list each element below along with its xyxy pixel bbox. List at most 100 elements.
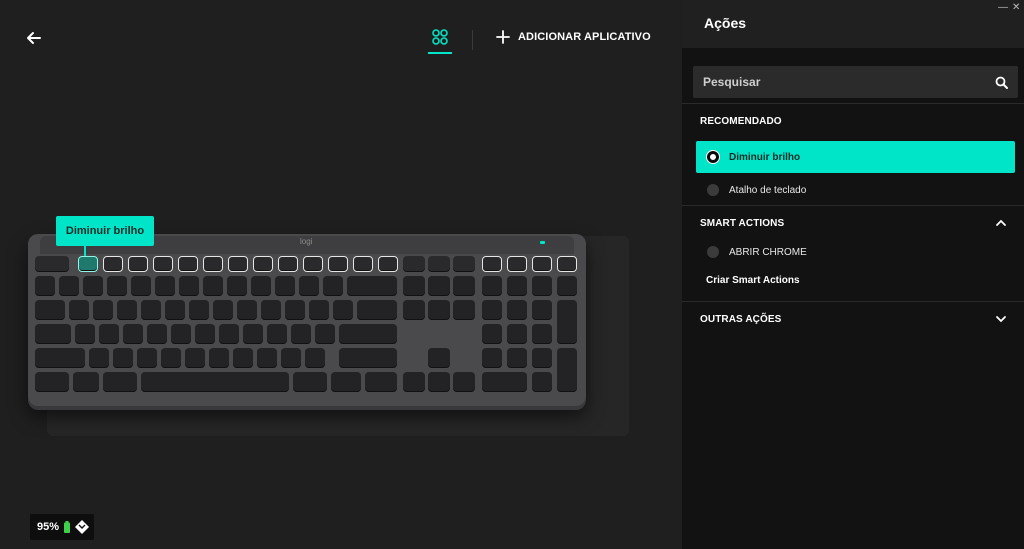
key-print[interactable] [428, 256, 450, 272]
key-x[interactable] [113, 348, 133, 368]
key-numlock[interactable] [482, 276, 502, 296]
key-fn[interactable] [331, 372, 361, 392]
key-e[interactable] [117, 300, 137, 320]
key-semicolon[interactable] [305, 348, 325, 368]
key-p[interactable] [285, 300, 305, 320]
key-acute[interactable] [309, 300, 329, 320]
key-c-cedilla[interactable] [291, 324, 311, 344]
devices-grid-icon[interactable] [428, 28, 452, 54]
key-k[interactable] [243, 324, 263, 344]
key-n[interactable] [209, 348, 229, 368]
key-f3[interactable] [128, 256, 148, 272]
key-r[interactable] [141, 300, 161, 320]
close-icon[interactable]: ✕ [1012, 2, 1020, 13]
key-num-1[interactable] [482, 348, 502, 368]
key-d[interactable] [123, 324, 143, 344]
key-f8[interactable] [253, 256, 273, 272]
option-atalho-de-teclado[interactable]: Atalho de teclado [696, 174, 1015, 206]
key-page-down[interactable] [453, 300, 475, 320]
key-h[interactable] [195, 324, 215, 344]
key-backtick[interactable] [35, 276, 55, 296]
key-enter[interactable] [357, 300, 397, 320]
key-i[interactable] [237, 300, 257, 320]
key-u[interactable] [213, 300, 233, 320]
key-l[interactable] [267, 324, 287, 344]
key-num-8[interactable] [507, 300, 527, 320]
key-arrow-up[interactable] [428, 348, 450, 368]
key-3[interactable] [107, 276, 127, 296]
key-f10[interactable] [303, 256, 323, 272]
key-shift-right[interactable] [339, 348, 397, 368]
key-menu[interactable] [532, 256, 552, 272]
key-equals[interactable] [323, 276, 343, 296]
key-scroll[interactable] [453, 256, 475, 272]
key-num-3[interactable] [532, 348, 552, 368]
key-enter-2[interactable] [339, 324, 397, 344]
minimize-icon[interactable]: — [998, 2, 1008, 13]
key-0[interactable] [275, 276, 295, 296]
key-insert-2[interactable] [403, 276, 425, 296]
key-num-minus[interactable] [557, 276, 577, 296]
back-arrow-icon[interactable] [24, 28, 44, 48]
key-num-enter[interactable] [557, 348, 577, 392]
key-shift-left[interactable] [35, 348, 85, 368]
key-alt-left[interactable] [103, 372, 137, 392]
key-9[interactable] [251, 276, 271, 296]
key-arrow-down[interactable] [428, 372, 450, 392]
key-num-0[interactable] [482, 372, 527, 392]
key-1[interactable] [59, 276, 79, 296]
key-f1-brightness-down[interactable] [78, 256, 98, 272]
key-num-decimal[interactable] [532, 372, 552, 392]
search-box[interactable] [693, 66, 1018, 98]
key-y[interactable] [189, 300, 209, 320]
option-diminuir-brilho[interactable]: Diminuir brilho [696, 141, 1015, 173]
key-backspace[interactable] [347, 276, 397, 296]
key-a[interactable] [75, 324, 95, 344]
key-f6[interactable] [203, 256, 223, 272]
key-b[interactable] [185, 348, 205, 368]
key-page-up[interactable] [453, 276, 475, 296]
search-icon[interactable] [995, 76, 1008, 89]
key-f4[interactable] [153, 256, 173, 272]
key-tilde[interactable] [315, 324, 335, 344]
key-space[interactable] [141, 372, 289, 392]
key-t[interactable] [165, 300, 185, 320]
key-tab[interactable] [35, 300, 65, 320]
key-caps-lock[interactable] [35, 324, 71, 344]
key-w[interactable] [93, 300, 113, 320]
key-num-7[interactable] [482, 300, 502, 320]
key-num-5[interactable] [507, 324, 527, 344]
key-period[interactable] [281, 348, 301, 368]
key-num-plus[interactable] [557, 300, 577, 344]
key-6[interactable] [179, 276, 199, 296]
key-j[interactable] [219, 324, 239, 344]
key-f12[interactable] [353, 256, 373, 272]
key-m[interactable] [233, 348, 253, 368]
create-smart-actions-link[interactable]: Criar Smart Actions [706, 275, 800, 286]
key-num-divide[interactable] [507, 276, 527, 296]
key-num-2[interactable] [507, 348, 527, 368]
key-home[interactable] [428, 276, 450, 296]
key-4[interactable] [131, 276, 151, 296]
key-g[interactable] [171, 324, 191, 344]
key-insert[interactable] [403, 256, 425, 272]
key-o[interactable] [261, 300, 281, 320]
key-arrow-right[interactable] [453, 372, 475, 392]
key-num-6[interactable] [532, 324, 552, 344]
key-comma[interactable] [257, 348, 277, 368]
key-delete[interactable] [403, 300, 425, 320]
key-f[interactable] [147, 324, 167, 344]
option-abrir-chrome[interactable]: ABRIR CHROME [696, 236, 1015, 268]
key-f7[interactable] [228, 256, 248, 272]
search-input[interactable] [703, 75, 995, 89]
key-arrow-left[interactable] [403, 372, 425, 392]
key-alt-right[interactable] [293, 372, 327, 392]
key-num-4[interactable] [482, 324, 502, 344]
add-application-button[interactable]: ADICIONAR APLICATIVO [496, 30, 651, 44]
key-bracket[interactable] [333, 300, 353, 320]
key-q[interactable] [69, 300, 89, 320]
key-minus[interactable] [299, 276, 319, 296]
key-7[interactable] [203, 276, 223, 296]
chevron-up-icon[interactable] [994, 216, 1008, 230]
key-num-multiply[interactable] [532, 276, 552, 296]
